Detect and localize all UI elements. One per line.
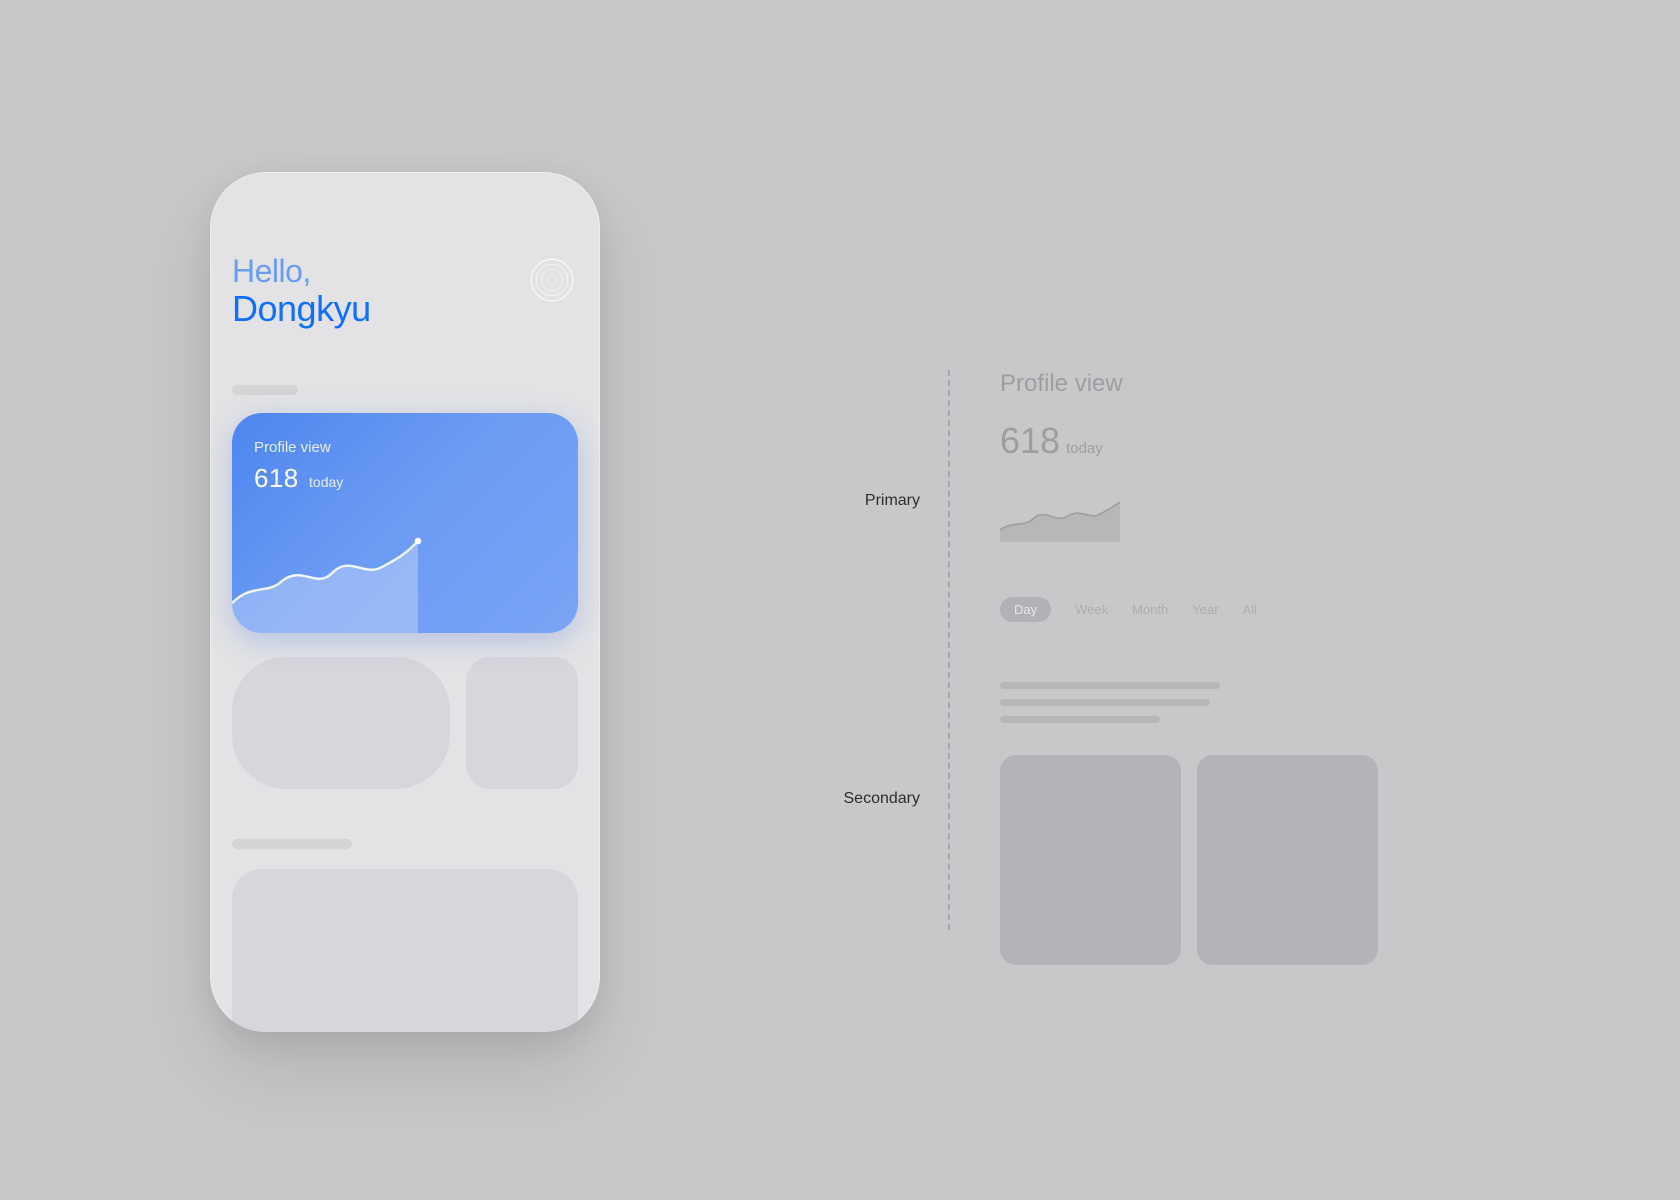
greeting-text: Hello, Dongkyu	[232, 254, 371, 329]
wire-card-row	[1000, 755, 1378, 965]
wire-card	[1197, 755, 1378, 965]
greeting-row: Hello, Dongkyu	[232, 254, 578, 329]
card-metric: 618 today	[254, 463, 343, 494]
tab-month[interactable]: Month	[1132, 602, 1168, 617]
phone-mockup: Hello, Dongkyu Profile view 618 today	[210, 172, 600, 1032]
spark-chart	[232, 523, 422, 633]
label-secondary: Secondary	[844, 790, 921, 808]
placeholder-line	[1000, 699, 1210, 706]
loading-swirl-icon	[526, 254, 578, 306]
section-label-placeholder-2	[232, 839, 352, 849]
wireframe-preview: Profile view 618 today Day Week Month Ye…	[1000, 370, 1378, 930]
profile-view-card[interactable]: Profile view 618 today	[232, 413, 578, 633]
placeholder-pill-tile	[232, 657, 450, 789]
wire-value: 618	[1000, 420, 1060, 462]
card-qualifier: today	[309, 474, 343, 490]
placeholder-row	[232, 657, 578, 789]
tab-all[interactable]: All	[1243, 602, 1257, 617]
wire-sparkline	[1000, 498, 1120, 542]
dashed-rail	[948, 370, 950, 930]
label-primary: Primary	[865, 492, 920, 510]
annotation-labels: Primary Secondary	[770, 370, 948, 930]
wire-qualifier: today	[1066, 440, 1103, 457]
wire-title: Profile view	[1000, 370, 1378, 398]
card-value: 618	[254, 463, 299, 493]
tab-day[interactable]: Day	[1000, 597, 1051, 622]
placeholder-line	[1000, 716, 1160, 723]
user-name: Dongkyu	[232, 289, 371, 329]
tab-week[interactable]: Week	[1075, 602, 1108, 617]
greeting-prefix: Hello,	[232, 254, 371, 289]
annotation-column: Primary Secondary Profile view 618 today…	[770, 370, 1378, 930]
tab-year[interactable]: Year	[1192, 602, 1218, 617]
placeholder-line	[1000, 682, 1220, 689]
section-label-placeholder	[232, 385, 298, 395]
card-title: Profile view	[254, 439, 331, 456]
text-placeholder-lines	[1000, 682, 1378, 723]
wire-card	[1000, 755, 1181, 965]
time-range-tabs: Day Week Month Year All	[1000, 597, 1378, 622]
phone-screen: Hello, Dongkyu Profile view 618 today	[210, 172, 600, 1032]
placeholder-large-tile	[232, 869, 578, 1032]
wire-metric: 618 today	[1000, 420, 1378, 462]
placeholder-square-tile	[466, 657, 578, 789]
